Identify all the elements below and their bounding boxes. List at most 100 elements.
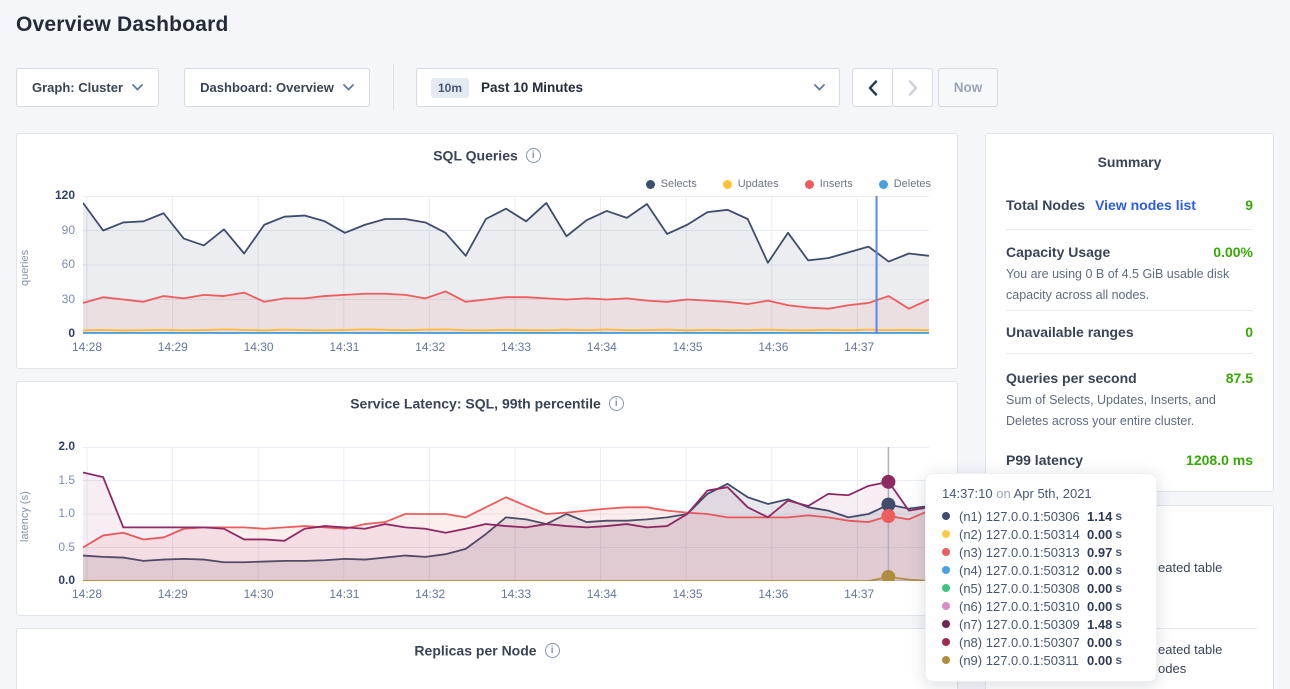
x-tick-label: 14:32: [404, 587, 456, 601]
chart-header: Service Latency: SQL, 99th percentile: [17, 394, 957, 411]
summary-row-total-nodes: Total Nodes View nodes list 9: [1006, 197, 1253, 213]
x-tick-label: 14:37: [833, 587, 885, 601]
tooltip-node-value: 0.00: [1087, 653, 1112, 668]
summary-value: 9: [1245, 197, 1253, 213]
tooltip-node-value: 0.00: [1087, 635, 1112, 650]
summary-value: 0: [1245, 324, 1253, 340]
info-icon[interactable]: [545, 643, 560, 658]
summary-label: P99 latency: [1006, 452, 1083, 468]
legend-dot-icon: [879, 180, 888, 189]
tooltip-node-value: 0.97: [1087, 545, 1112, 560]
summary-title: Summary: [986, 154, 1273, 170]
node-color-dot-icon: [942, 530, 950, 538]
chart-title: Service Latency: SQL, 99th percentile: [350, 395, 601, 411]
node-color-dot-icon: [942, 512, 950, 520]
tooltip-node-unit: s: [1115, 581, 1122, 595]
x-tick-label: 14:28: [61, 587, 113, 601]
summary-description: You are using 0 B of 4.5 GiB usable disk…: [1006, 264, 1255, 307]
event-text-fragment: eated table: [1158, 642, 1222, 657]
chevron-down-icon: [343, 84, 354, 91]
service-latency-chart-card: Service Latency: SQL, 99th percentile la…: [16, 381, 958, 616]
graph-dropdown-label: Graph: Cluster: [32, 80, 123, 95]
legend-label: Deletes: [894, 178, 931, 190]
x-tick-label: 14:33: [490, 340, 542, 354]
tooltip-node-label: (n5) 127.0.0.1:50308: [959, 581, 1087, 596]
tooltip-node-unit: s: [1115, 545, 1122, 559]
legend-label: Selects: [661, 178, 697, 190]
tooltip-node-label: (n2) 127.0.0.1:50314: [959, 527, 1087, 542]
tooltip-node-row: (n4) 127.0.0.1:503120.00s: [942, 561, 1142, 579]
legend-item-inserts[interactable]: Inserts: [805, 178, 853, 190]
chevron-left-icon: [868, 80, 878, 96]
tooltip-node-value: 1.14: [1087, 509, 1112, 524]
event-text-fragment: eated table: [1158, 560, 1222, 575]
summary-label: Unavailable ranges: [1006, 324, 1134, 340]
info-icon[interactable]: [609, 396, 624, 411]
x-tick-label: 14:31: [318, 587, 370, 601]
tooltip-node-value: 0.00: [1087, 581, 1112, 596]
time-range-label: Past 10 Minutes: [481, 80, 583, 95]
x-tick-label: 14:37: [833, 340, 885, 354]
x-tick-label: 14:30: [233, 340, 285, 354]
chart-title: SQL Queries: [433, 147, 518, 163]
now-button[interactable]: Now: [938, 68, 998, 107]
y-tick-label: 60: [31, 257, 75, 271]
prev-time-button[interactable]: [852, 68, 893, 107]
tooltip-node-unit: s: [1115, 599, 1122, 613]
legend-item-selects[interactable]: Selects: [646, 178, 697, 190]
x-tick-label: 14:34: [576, 587, 628, 601]
chart-header: SQL Queries: [17, 146, 957, 163]
chevron-right-icon: [908, 80, 918, 96]
legend-item-updates[interactable]: Updates: [723, 178, 779, 190]
node-color-dot-icon: [942, 656, 950, 664]
page-title: Overview Dashboard: [16, 13, 229, 37]
view-nodes-list-link[interactable]: View nodes list: [1095, 197, 1196, 213]
x-tick-label: 14:36: [747, 587, 799, 601]
time-range-nav: [852, 68, 933, 107]
tooltip-node-label: (n8) 127.0.0.1:50307: [959, 635, 1087, 650]
x-tick-label: 14:35: [662, 587, 714, 601]
sql-queries-plot[interactable]: [83, 196, 929, 334]
tooltip-rows: (n1) 127.0.0.1:503061.14s(n2) 127.0.0.1:…: [942, 507, 1142, 669]
tooltip-node-label: (n1) 127.0.0.1:50306: [959, 509, 1087, 524]
y-tick-label: 1.0: [31, 506, 75, 520]
tooltip-node-row: (n1) 127.0.0.1:503061.14s: [942, 507, 1142, 525]
x-tick-label: 14:35: [662, 340, 714, 354]
y-tick-label: 0.0: [31, 573, 75, 587]
chart-header: Replicas per Node: [17, 641, 957, 658]
tooltip-node-row: (n6) 127.0.0.1:503100.00s: [942, 597, 1142, 615]
legend-dot-icon: [805, 180, 814, 189]
time-range-selector[interactable]: 10m Past 10 Minutes: [416, 68, 840, 107]
tooltip-node-row: (n3) 127.0.0.1:503130.97s: [942, 543, 1142, 561]
service-latency-plot[interactable]: [83, 447, 929, 581]
x-tick-label: 14:28: [61, 340, 113, 354]
dashboard-dropdown[interactable]: Dashboard: Overview: [184, 68, 370, 107]
y-tick-label: 1.5: [31, 473, 75, 487]
info-icon[interactable]: [526, 148, 541, 163]
tooltip-node-label: (n3) 127.0.0.1:50313: [959, 545, 1087, 560]
overview-dashboard-page: Overview Dashboard Graph: Cluster Dashbo…: [0, 0, 1290, 689]
tooltip-node-value: 0.00: [1087, 527, 1112, 542]
chart-hover-tooltip: 14:37:10 on Apr 5th, 2021 (n1) 127.0.0.1…: [925, 473, 1157, 682]
x-tick-label: 14:36: [747, 340, 799, 354]
legend-dot-icon: [646, 180, 655, 189]
tooltip-node-label: (n7) 127.0.0.1:50309: [959, 617, 1087, 632]
replicas-per-node-chart-card: Replicas per Node: [16, 628, 958, 689]
node-color-dot-icon: [942, 620, 950, 628]
tooltip-node-value: 0.00: [1087, 563, 1112, 578]
node-color-dot-icon: [942, 638, 950, 646]
x-tick-label: 14:34: [576, 340, 628, 354]
node-color-dot-icon: [942, 566, 950, 574]
sql-queries-chart-card: SQL Queries Selects Updates Inserts Deletes…: [16, 133, 958, 369]
summary-label: Total Nodes: [1006, 197, 1085, 213]
summary-row-capacity-usage: Capacity Usage 0.00%: [1006, 244, 1253, 260]
y-tick-label: 90: [31, 223, 75, 237]
summary-row-queries-per-second: Queries per second 87.5: [1006, 370, 1253, 386]
summary-description: Sum of Selects, Updates, Inserts, and De…: [1006, 390, 1255, 433]
next-time-button[interactable]: [892, 68, 933, 107]
y-tick-label: 120: [31, 188, 75, 202]
summary-row-p99-latency: P99 latency 1208.0 ms: [1006, 452, 1253, 468]
summary-label: Queries per second: [1006, 370, 1137, 386]
legend-item-deletes[interactable]: Deletes: [879, 178, 931, 190]
graph-dropdown[interactable]: Graph: Cluster: [16, 68, 159, 107]
